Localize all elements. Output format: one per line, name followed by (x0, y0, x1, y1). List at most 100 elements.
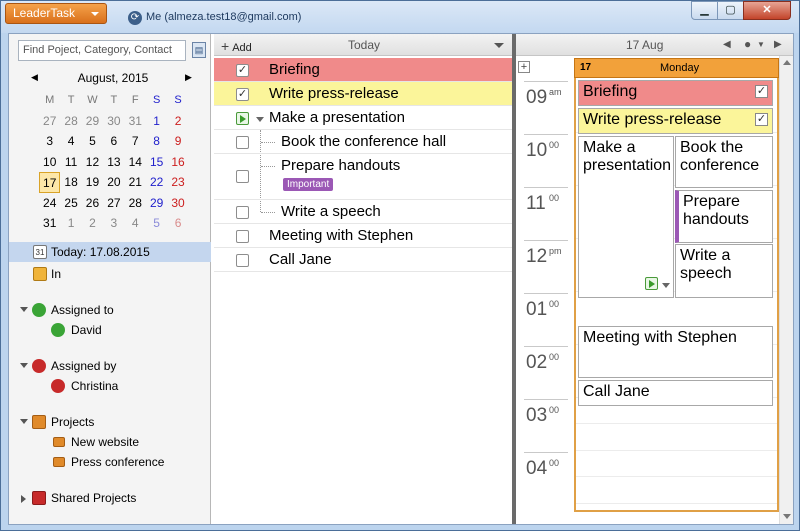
sidebar-item-in[interactable]: In (9, 264, 211, 284)
calendar-day[interactable]: 5 (82, 131, 103, 152)
maximize-button[interactable]: ▢ (717, 1, 744, 20)
task-checkbox[interactable]: ✓ (236, 88, 249, 101)
task-row[interactable]: Prepare handouts Important (214, 154, 512, 200)
task-checkbox[interactable] (236, 206, 249, 219)
prev-month-icon[interactable]: ◀ (31, 72, 38, 83)
scroll-down-icon[interactable] (783, 514, 791, 519)
collapse-icon[interactable] (256, 117, 264, 122)
sync-icon[interactable]: ⟳ (128, 11, 142, 25)
close-button[interactable]: ✕ (743, 1, 791, 20)
event-call-jane[interactable]: Call Jane (578, 380, 773, 406)
task-row[interactable]: Write a speech (214, 200, 512, 224)
app-menu-button[interactable]: LeaderTask (5, 3, 107, 24)
expand-allday-icon[interactable]: + (518, 61, 530, 73)
event-checkbox[interactable]: ✓ (755, 113, 768, 126)
search-input[interactable]: Find Poject, Category, Contact (18, 40, 186, 61)
task-checkbox[interactable]: ✓ (236, 64, 249, 77)
sidebar-item-christina[interactable]: Christina (9, 376, 211, 396)
calendar-day[interactable]: 23 (167, 172, 188, 193)
task-checkbox[interactable] (236, 170, 249, 183)
calendar-day[interactable]: 28 (60, 111, 81, 132)
day-column[interactable]: Briefing ✓ Write press-release ✓ Make a … (574, 78, 779, 512)
task-row[interactable]: Book the conference hall (214, 130, 512, 154)
play-icon[interactable] (645, 277, 658, 290)
calendar-day[interactable]: 21 (125, 172, 146, 193)
calendar-day[interactable]: 7 (125, 131, 146, 152)
prev-day-icon[interactable]: ◀ (723, 39, 731, 50)
event-briefing[interactable]: Briefing ✓ (578, 80, 773, 106)
calendar-day[interactable]: 4 (60, 131, 81, 152)
next-month-icon[interactable]: ▶ (185, 72, 192, 83)
sidebar-item-assigned-by[interactable]: Assigned by (9, 356, 211, 376)
task-checkbox[interactable] (236, 254, 249, 267)
calendar-day[interactable]: 2 (82, 213, 103, 234)
task-checkbox[interactable] (236, 136, 249, 149)
calendar-day[interactable]: 31 (39, 213, 60, 234)
calendar-day[interactable]: 12 (82, 152, 103, 173)
calendar-day[interactable]: 5 (146, 213, 167, 234)
task-row[interactable]: Call Jane (214, 248, 512, 272)
chevron-down-icon[interactable] (662, 283, 670, 288)
event-prepare-handouts[interactable]: Prepare handouts (675, 190, 773, 243)
calendar-day[interactable]: 9 (167, 131, 188, 152)
calendar-day[interactable]: 29 (146, 193, 167, 214)
expand-icon[interactable] (20, 307, 28, 312)
calendar-day[interactable]: 6 (103, 131, 124, 152)
calendar-day[interactable]: 2 (167, 111, 188, 132)
play-icon[interactable] (236, 112, 249, 125)
sidebar-item-david[interactable]: David (9, 320, 211, 340)
calendar-day[interactable]: 1 (60, 213, 81, 234)
chevron-down-icon[interactable]: ▼ (757, 40, 765, 49)
chevron-down-icon[interactable] (494, 43, 504, 48)
calendar-day[interactable]: 8 (146, 131, 167, 152)
task-checkbox[interactable] (236, 230, 249, 243)
task-row[interactable]: ✓ Write press-release (214, 82, 512, 106)
calendar-day[interactable]: 4 (125, 213, 146, 234)
calendar-day[interactable]: 3 (103, 213, 124, 234)
task-row[interactable]: Meeting with Stephen (214, 224, 512, 248)
calendar-day[interactable]: 28 (125, 193, 146, 214)
calendar-day[interactable]: 16 (167, 152, 188, 173)
calendar-day[interactable]: 14 (125, 152, 146, 173)
search-icon[interactable]: ▤ (192, 42, 206, 58)
calendar-day[interactable]: 26 (82, 193, 103, 214)
calendar-day[interactable]: 13 (103, 152, 124, 173)
today-dot-icon[interactable]: ● (744, 37, 751, 51)
day-view-scrollbar[interactable] (779, 56, 793, 524)
calendar-day[interactable]: 11 (60, 152, 81, 173)
event-presentation[interactable]: Make a presentation (578, 136, 674, 298)
calendar-day[interactable]: 15 (146, 152, 167, 173)
event-meeting-stephen[interactable]: Meeting with Stephen (578, 326, 773, 378)
sidebar-item-press-conference[interactable]: Press conference (9, 452, 211, 472)
sidebar-item-new-website[interactable]: New website (9, 432, 211, 452)
calendar-day[interactable]: 27 (103, 193, 124, 214)
calendar-day[interactable]: 29 (82, 111, 103, 132)
calendar-day[interactable]: 6 (167, 213, 188, 234)
calendar-day[interactable]: 18 (60, 172, 81, 193)
calendar-day[interactable]: 27 (39, 111, 60, 132)
event-write-speech[interactable]: Write a speech (675, 244, 773, 298)
event-press-release[interactable]: Write press-release ✓ (578, 108, 773, 134)
calendar-day[interactable]: 3 (39, 131, 60, 152)
calendar-day[interactable]: 10 (39, 152, 60, 173)
calendar-day[interactable]: 30 (167, 193, 188, 214)
calendar-day[interactable]: 24 (39, 193, 60, 214)
sidebar-item-today[interactable]: 31 Today: 17.08.2015 (9, 242, 211, 262)
calendar-day-selected[interactable]: 17 (39, 172, 61, 193)
calendar-day[interactable]: 20 (103, 172, 124, 193)
calendar-day[interactable]: 31 (125, 111, 146, 132)
expand-icon[interactable] (21, 495, 26, 503)
minimize-button[interactable]: ▁ (691, 1, 718, 20)
calendar-day[interactable]: 30 (103, 111, 124, 132)
next-day-icon[interactable]: ▶ (774, 39, 782, 50)
task-row[interactable]: Make a presentation (214, 106, 512, 130)
sidebar-item-assigned-to[interactable]: Assigned to (9, 300, 211, 320)
expand-icon[interactable] (20, 419, 28, 424)
add-task-button[interactable]: + Add (221, 38, 252, 54)
calendar-day[interactable]: 22 (146, 172, 167, 193)
event-checkbox[interactable]: ✓ (755, 85, 768, 98)
scroll-up-icon[interactable] (783, 60, 791, 65)
sidebar-item-shared-projects[interactable]: Shared Projects (9, 488, 211, 508)
task-row[interactable]: ✓ Briefing (214, 58, 512, 82)
event-book-conference[interactable]: Book the conference (675, 136, 773, 188)
